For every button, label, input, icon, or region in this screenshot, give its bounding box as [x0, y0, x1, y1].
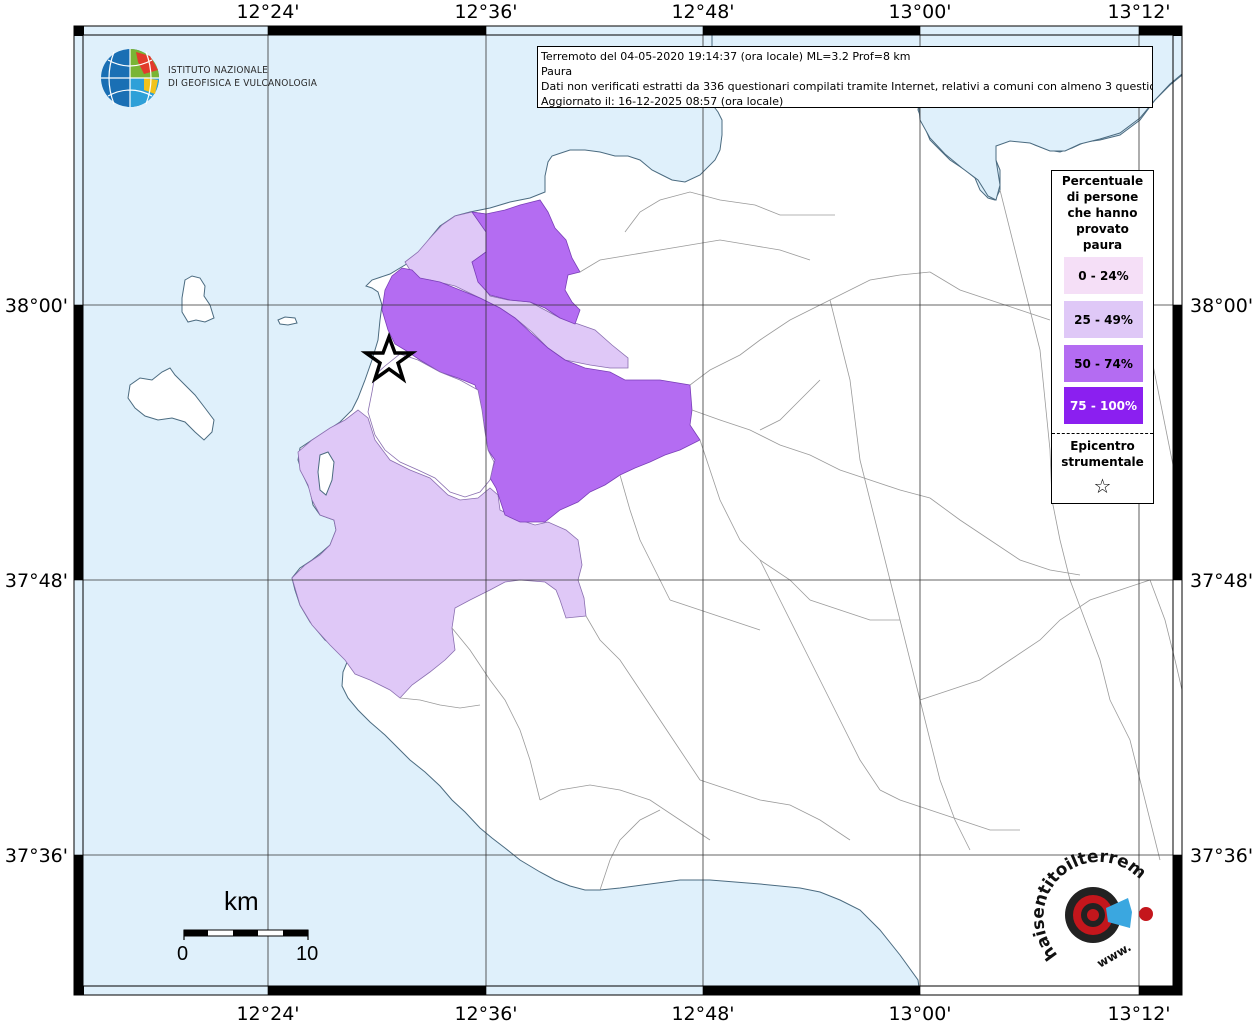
- legend-title-line-4: provato: [1076, 222, 1129, 236]
- legend-label-50-74: 50 - 74%: [1074, 356, 1133, 371]
- legend-epicenter-line-2: strumentale: [1061, 455, 1144, 469]
- legend-title-line-1: Percentuale: [1061, 174, 1144, 188]
- lon-label-5: 13°12': [1107, 1, 1170, 23]
- lat-labels-right: 38°00' 37°48' 37°36': [1190, 295, 1253, 867]
- legend-item-0-24: 0 - 24%: [1064, 257, 1143, 294]
- legend-epicenter-title: Epicentro strumentale: [1052, 438, 1153, 470]
- legend-item-50-74: 50 - 74%: [1064, 345, 1143, 382]
- lon-label-1: 12°24': [236, 1, 299, 23]
- info-line-event: Terremoto del 04-05-2020 19:14:37 (ora l…: [541, 50, 911, 63]
- lat-label-3-right: 37°36': [1190, 845, 1253, 867]
- lat-label-3: 37°36': [5, 845, 68, 867]
- lon-label-2: 12°36': [454, 1, 517, 23]
- lat-labels-left: 38°00' 37°48' 37°36': [5, 295, 68, 867]
- lon-label-5-bottom: 13°12': [1107, 1003, 1170, 1024]
- lon-label-1-bottom: 12°24': [236, 1003, 299, 1024]
- scale-min-label: 0: [177, 943, 189, 965]
- legend-title: Percentuale di persone che hanno provato…: [1052, 173, 1153, 253]
- lon-labels-top: 12°24' 12°36' 12°48' 13°00' 13°12': [236, 1, 1170, 23]
- legend-divider: [1052, 433, 1153, 434]
- legend-item-25-49: 25 - 49%: [1064, 301, 1143, 338]
- legend-title-line-5: paura: [1082, 238, 1123, 252]
- intensity-map: 12°24' 12°36' 12°48' 13°00' 13°12' 12°24…: [5, 1, 1253, 1024]
- legend: Percentuale di persone che hanno provato…: [1051, 170, 1154, 504]
- legend-label-25-49: 25 - 49%: [1074, 312, 1133, 327]
- lon-labels-bottom: 12°24' 12°36' 12°48' 13°00' 13°12': [236, 1003, 1170, 1024]
- info-box: Terremoto del 04-05-2020 19:14:37 (ora l…: [537, 46, 1153, 108]
- lat-label-2: 37°48': [5, 570, 68, 592]
- lon-label-4-bottom: 13°00': [888, 1003, 951, 1024]
- ingv-text: ISTITUTO NAZIONALE DI GEOFISICA E VULCAN…: [168, 64, 317, 90]
- legend-star-icon: ☆: [1093, 474, 1112, 498]
- legend-item-75-100: 75 - 100%: [1064, 387, 1143, 424]
- ingv-logo: ISTITUTO NAZIONALE DI GEOFISICA E VULCAN…: [100, 48, 320, 110]
- ingv-line-1: ISTITUTO NAZIONALE: [168, 65, 268, 76]
- ingv-line-2: DI GEOFISICA E VULCANOLOGIA: [168, 78, 318, 89]
- lat-label-1: 38°00': [5, 295, 68, 317]
- lat-label-2-right: 37°48': [1190, 570, 1253, 592]
- legend-epicenter-line-1: Epicentro: [1070, 439, 1135, 453]
- lon-label-3: 12°48': [671, 1, 734, 23]
- lon-label-3-bottom: 12°48': [671, 1003, 734, 1024]
- legend-title-line-3: che hanno: [1067, 206, 1138, 220]
- legend-label-0-24: 0 - 24%: [1078, 268, 1129, 283]
- lon-label-2-bottom: 12°36': [454, 1003, 517, 1024]
- scale-max-label: 10: [296, 943, 319, 965]
- info-line-source: Dati non verificati estratti da 336 ques…: [541, 80, 1153, 93]
- scale-unit: km: [224, 886, 259, 916]
- legend-title-line-2: di persone: [1066, 190, 1139, 204]
- lat-label-1-right: 38°00': [1190, 295, 1253, 317]
- globe-icon: [101, 49, 159, 107]
- legend-label-75-100: 75 - 100%: [1069, 398, 1138, 413]
- info-line-parameter: Paura: [541, 65, 573, 78]
- info-line-updated: Aggiornato il: 16-12-2025 08:57 (ora loc…: [541, 95, 784, 108]
- lon-label-4: 13°00': [888, 1, 951, 23]
